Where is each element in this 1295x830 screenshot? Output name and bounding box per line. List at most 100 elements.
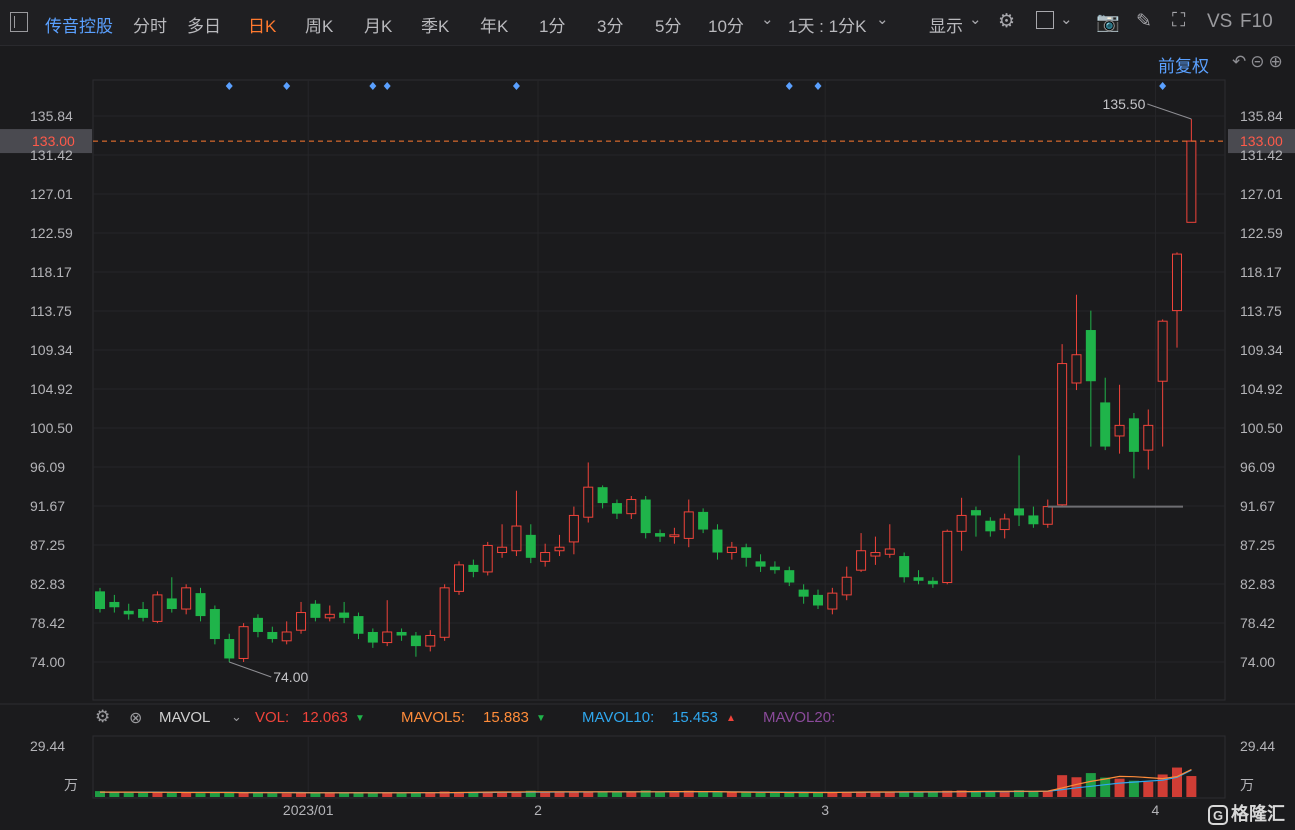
chevron-down-icon[interactable]: ⌄ [761,10,774,28]
mavol10-line [100,769,1192,794]
fullscreen-icon[interactable]: ⛶ [1172,10,1185,32]
mavol5-value: 15.883 [483,709,529,726]
chevron-down-icon[interactable]: ⌄ [876,10,889,28]
volume-bar [669,791,680,797]
tab-daily-k[interactable]: 日K [248,12,276,37]
candle-body-up [827,592,838,610]
candle-body-up [238,626,249,659]
candle-body-down [611,503,622,514]
zoom-in-icon[interactable]: ⊕ [1269,52,1287,71]
candle-body-down [985,520,996,532]
vs-button[interactable]: VS [1207,11,1232,33]
period-select[interactable]: 1天 : 1分K [788,12,866,37]
y-tick-right: 100.50 [1240,420,1283,436]
volume-bar [913,792,924,797]
undo-zoom-icons[interactable]: ↶⊝⊕ [1232,52,1287,72]
tab-duori[interactable]: 多日 [187,12,221,37]
volume-bar [1172,767,1182,797]
volume-bar [999,791,1010,797]
candle-body-up [956,514,967,532]
y-tick-right: 82.83 [1240,576,1275,592]
candle-body-up [497,546,508,554]
tab-fenshi[interactable]: 分时 [133,12,167,37]
fuquan-toggle[interactable]: 前复权 [1158,52,1209,77]
chevron-down-icon[interactable]: ⌄ [969,10,982,28]
candle-body-down [367,631,378,643]
candle-body-up [482,544,493,573]
tab-1min[interactable]: 1分 [539,12,565,37]
volume-bar [1143,781,1154,797]
candle-body-up [1057,363,1068,506]
candle-body-down [410,635,421,647]
candle-body-down [1014,508,1025,516]
camera-icon[interactable]: 📷 [1096,10,1120,34]
candle-body-down [913,577,924,581]
tab-3min[interactable]: 3分 [597,12,623,37]
brand-logo: G 格隆汇 [1208,800,1285,826]
candle-body-up [726,546,737,554]
volume-bar [296,792,307,797]
y-tick-left: 118.17 [30,264,72,280]
pencil-icon[interactable]: ✎ [1136,10,1152,33]
indicator-name[interactable]: MAVOL [159,709,210,726]
candle-body-down [224,639,235,659]
y-tick-right: 96.09 [1240,459,1275,475]
volume-bar [396,793,407,797]
volume-bar [252,793,263,797]
volume-bar [425,792,436,797]
gear-icon[interactable]: ⚙ [95,707,110,727]
volume-bar [611,792,622,797]
tab-10min[interactable]: 10分 [708,12,744,37]
vol-value: 12.063 [302,709,348,726]
down-arrow-icon: ▼ [536,713,546,724]
candle-body-down [525,534,536,558]
candle-body-down [138,609,149,618]
sidebar-toggle-icon[interactable] [10,12,28,32]
candle-body-down [741,547,752,558]
tab-yearly-k[interactable]: 年K [480,12,508,37]
volume-bar [1042,791,1053,797]
candle-body-up [1186,140,1197,223]
max-price-label: 135.50 [1103,96,1146,112]
date-axis: 2023/01 2 3 4 [283,802,1160,818]
y-tick-left: 109.34 [30,342,73,358]
mavol5-label: MAVOL5: [401,709,465,726]
down-arrow-icon: ▼ [355,713,365,724]
tab-quarterly-k[interactable]: 季K [421,12,449,37]
close-icon[interactable]: ⊗ [129,708,142,728]
y-tick-left: 74.00 [30,654,65,670]
display-menu[interactable]: 显示 [929,12,963,37]
chevron-down-icon[interactable]: ⌄ [1060,10,1073,28]
candle-body-down [755,561,766,567]
volume-bar [339,793,350,797]
price-panel-border [92,79,1226,701]
volume-bar [324,793,335,797]
tab-monthly-k[interactable]: 月K [364,12,392,37]
x-tick-label: 2023/01 [283,802,334,818]
gear-icon[interactable]: ⚙ [998,10,1015,33]
candle-body-up [1143,424,1154,451]
candle-body-up [454,564,464,592]
checkbox-icon[interactable] [1036,11,1054,29]
candle-body-up [425,635,436,647]
candle-body-down [252,617,263,632]
candle-body-down [353,616,364,634]
chevron-down-icon[interactable]: ⌄ [231,709,242,725]
candle-body-up [870,552,881,557]
tab-5min[interactable]: 5分 [655,12,681,37]
volume-bar [655,792,666,797]
volume-panel-border [92,735,1226,799]
undo-icon[interactable]: ↶ [1232,52,1250,71]
candle-body-down [698,511,709,530]
f10-button[interactable]: F10 [1240,11,1273,33]
tab-weekly-k[interactable]: 周K [305,12,333,37]
candle-body-down [310,603,321,618]
candle-body-down [396,631,407,636]
mavol5-line [100,768,1192,794]
volume-bar [540,792,551,797]
candle-body-up [554,546,565,552]
zoom-out-icon[interactable]: ⊝ [1250,52,1268,71]
stock-name[interactable]: 传音控股 [45,12,113,37]
volume-bar [1114,778,1125,797]
diamond-marker [225,82,233,90]
